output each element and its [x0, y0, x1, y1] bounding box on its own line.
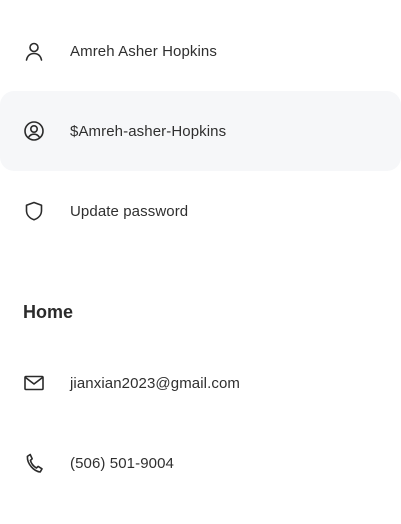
name-label: Amreh Asher Hopkins — [70, 42, 217, 60]
shield-icon — [23, 200, 45, 222]
mail-icon — [23, 372, 45, 394]
home-section-title: Home — [23, 302, 74, 322]
name-row[interactable]: Amreh Asher Hopkins — [0, 11, 401, 91]
update-password-label: Update password — [70, 202, 189, 220]
phone-row[interactable]: (506) 501-9004 — [0, 423, 401, 503]
person-icon — [23, 40, 45, 62]
email-row[interactable]: jianxian2023@gmail.com — [0, 343, 401, 423]
profile-settings-panel: Amreh Asher Hopkins $Amreh-asher-Hopkins… — [0, 0, 401, 524]
update-password-row[interactable]: Update password — [0, 171, 401, 251]
phone-label: (506) 501-9004 — [70, 454, 174, 472]
cashtag-label: $Amreh-asher-Hopkins — [70, 122, 227, 140]
phone-icon — [23, 452, 45, 474]
user-circle-icon — [23, 120, 45, 142]
email-label: jianxian2023@gmail.com — [70, 374, 241, 392]
cashtag-row[interactable]: $Amreh-asher-Hopkins — [0, 91, 401, 171]
